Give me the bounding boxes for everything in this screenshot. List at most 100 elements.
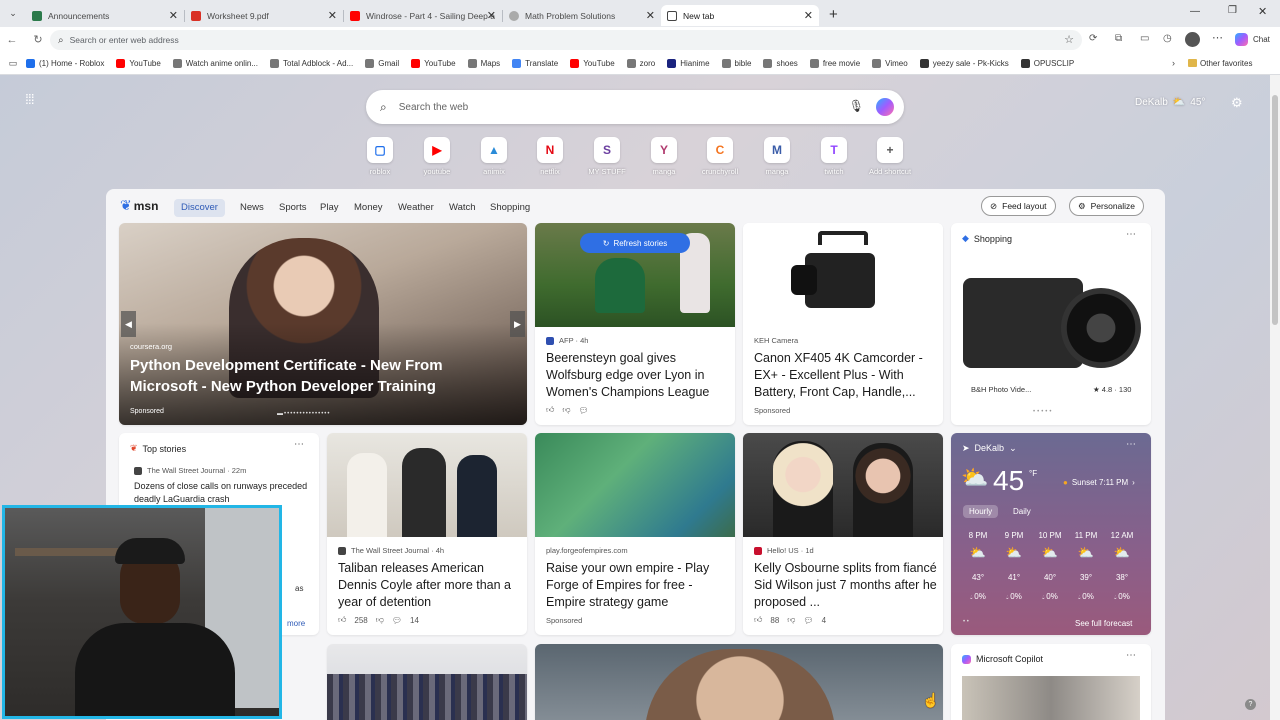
bookmark-item[interactable]: YouTube xyxy=(116,59,161,68)
more-options-icon[interactable]: ⋯ xyxy=(294,439,304,450)
extensions-icon[interactable]: ⧉ xyxy=(1115,33,1122,44)
dislike-icon[interactable]: 👎︎ xyxy=(787,615,795,625)
article-title[interactable]: Canon XF405 4K Camcorder - EX+ - Excelle… xyxy=(754,350,939,401)
new-tab-button[interactable]: + xyxy=(829,6,838,23)
comment-icon[interactable]: 💬︎ xyxy=(803,616,813,625)
web-search-box[interactable]: ⌕ Search the web 🎙 xyxy=(366,90,904,124)
bookmark-item[interactable]: yeezy sale - Pk-Kicks xyxy=(919,59,1009,68)
bookmark-item[interactable]: free movie xyxy=(809,59,860,68)
weather-card[interactable]: ➤ DeKalb ⌄ ⋯ ⛅ 45 °F ● Sunset 7:11 PM › Hour… xyxy=(951,433,1151,635)
scrollbar-thumb[interactable] xyxy=(1272,95,1278,325)
other-favorites[interactable]: Other favorites xyxy=(1200,59,1252,68)
shortcut-roblox[interactable]: ▢ roblox xyxy=(351,137,409,176)
see-full-forecast-link[interactable]: See full forecast xyxy=(1075,619,1132,628)
microphone-icon[interactable]: 🎙 xyxy=(849,99,864,113)
bookmark-item[interactable]: Maps xyxy=(467,59,500,68)
apps-grid-icon[interactable]: ⁞⁞⁞ xyxy=(25,92,39,106)
see-more-link[interactable]: more xyxy=(287,619,305,628)
restore-icon[interactable]: ❐ xyxy=(1228,5,1237,16)
avatar[interactable] xyxy=(1185,32,1200,47)
page-scrollbar[interactable] xyxy=(1270,75,1280,720)
nav-watch[interactable]: Watch xyxy=(449,199,476,217)
like-icon[interactable]: 👍︎ xyxy=(754,615,762,625)
refresh-page-icon[interactable]: ⟳ xyxy=(1089,33,1097,44)
close-icon[interactable]: ✕ xyxy=(328,9,337,22)
more-options-icon[interactable]: ⋯ xyxy=(1126,650,1136,661)
bookmark-item[interactable]: Gmail xyxy=(365,59,399,68)
history-icon[interactable]: ◷ xyxy=(1163,33,1172,44)
news-card-partial[interactable] xyxy=(327,644,527,720)
shortcut-manga[interactable]: Mmanga xyxy=(748,137,806,176)
nav-discover[interactable]: Discover xyxy=(174,199,225,217)
article-title[interactable]: Kelly Osbourne splits from fiancé Sid Wi… xyxy=(754,560,939,611)
nav-play[interactable]: Play xyxy=(320,199,338,217)
nav-news[interactable]: News xyxy=(240,199,264,217)
story-headline[interactable]: Dozens of close calls on runways precede… xyxy=(134,480,314,506)
news-card-afp[interactable]: ↻ Refresh stories AFP · 4h Beerensteyn go… xyxy=(535,223,735,425)
bookmark-item[interactable]: YouTube xyxy=(411,59,456,68)
ad-card-forge[interactable]: play.forgeofempires.com Raise your own e… xyxy=(535,433,735,635)
tab-announcements[interactable]: Announcements ✕ xyxy=(26,5,184,26)
close-icon[interactable]: ✕ xyxy=(804,9,813,22)
like-icon[interactable]: 👍︎ xyxy=(546,405,554,415)
shortcut-manga[interactable]: Ymanga xyxy=(635,137,693,176)
dislike-icon[interactable]: 👎︎ xyxy=(562,405,570,415)
shopping-card[interactable]: ◆ Shopping ⋯ B&H Photo Vide... ★ 4.8 · 13… xyxy=(951,223,1151,425)
bookmark-item[interactable]: zoro xyxy=(626,59,655,68)
shortcut-twitch[interactable]: Ttwitch xyxy=(805,137,863,176)
weather-location[interactable]: ➤ DeKalb ⌄ xyxy=(962,443,1017,454)
news-card-kelly[interactable]: Hello! US · 1d Kelly Osbourne splits fro… xyxy=(743,433,943,635)
carousel-next-button[interactable]: ▶ xyxy=(510,311,525,337)
more-menu-icon[interactable]: ⋯ xyxy=(1212,31,1223,44)
shortcut-netflix[interactable]: Nnetflix xyxy=(521,137,579,176)
feed-layout-button[interactable]: ⊘ Feed layout xyxy=(981,196,1056,216)
close-icon[interactable]: ✕ xyxy=(646,9,655,22)
chevron-right-icon[interactable]: › xyxy=(1172,58,1175,68)
tab-math[interactable]: Math Problem Solutions ✕ xyxy=(503,5,661,26)
address-field[interactable]: ⌕ Search or enter web address ☆ xyxy=(50,30,1082,50)
chat-label[interactable]: Chat xyxy=(1253,35,1270,44)
nav-shopping[interactable]: Shopping xyxy=(490,199,530,217)
dislike-icon[interactable]: 👎︎ xyxy=(376,615,384,625)
msn-logo[interactable]: ❦ msn xyxy=(120,197,158,214)
hero-card[interactable]: ◀ ▶ coursera.org Python Development Cert… xyxy=(119,223,527,425)
sunset-info[interactable]: ● Sunset 7:11 PM › xyxy=(1063,478,1135,487)
close-window-icon[interactable]: ✕ xyxy=(1258,5,1267,18)
more-options-icon[interactable]: ⋯ xyxy=(1126,439,1136,450)
weather-widget[interactable]: DeKalb ⛅ 45° xyxy=(1135,97,1205,108)
tab-windrose[interactable]: Windrose - Part 4 - Sailing Deep a ✕ xyxy=(344,5,502,26)
comment-icon[interactable]: 💬︎ xyxy=(392,616,402,625)
bookmark-item[interactable]: bible xyxy=(721,59,751,68)
bookmark-item[interactable]: Watch anime onlin... xyxy=(172,59,258,68)
tab-new-tab[interactable]: New tab ✕ xyxy=(661,5,819,26)
nav-sports[interactable]: Sports xyxy=(279,199,306,217)
ad-card-keh[interactable]: KEH Camera Canon XF405 4K Camcorder - EX… xyxy=(743,223,943,425)
personalize-button[interactable]: ⚙ Personalize xyxy=(1069,196,1145,216)
shortcut-youtube[interactable]: ▶ youtube xyxy=(408,137,466,176)
bookmark-item[interactable]: OPUSCLIP xyxy=(1020,59,1074,68)
news-card-taliban[interactable]: The Wall Street Journal · 4h Taliban rel… xyxy=(327,433,527,635)
shortcut-crunchyroll[interactable]: Ccrunchyroll xyxy=(691,137,749,176)
copilot-icon[interactable] xyxy=(1235,33,1248,46)
bookmark-item[interactable]: Hianime xyxy=(667,59,710,68)
like-icon[interactable]: 👍︎ xyxy=(338,615,346,625)
back-icon[interactable]: ← xyxy=(0,34,24,46)
settings-gear-icon[interactable]: ⚙ xyxy=(1231,95,1243,111)
article-title[interactable]: Beerensteyn goal gives Wolfsburg edge ov… xyxy=(546,350,728,401)
copilot-icon[interactable] xyxy=(876,98,894,116)
tab-worksheet[interactable]: Worksheet 9.pdf ✕ xyxy=(185,5,343,26)
bookmark-item[interactable]: Vimeo xyxy=(872,59,908,68)
carousel-prev-button[interactable]: ◀ xyxy=(121,311,136,337)
article-title[interactable]: Raise your own empire - Play Forge of Em… xyxy=(546,560,731,611)
tab-daily[interactable]: Daily xyxy=(1013,507,1031,516)
close-icon[interactable]: ✕ xyxy=(169,9,178,22)
bookmark-item[interactable]: (1) Home - Roblox xyxy=(26,59,104,68)
star-icon[interactable]: ☆ xyxy=(1064,33,1074,46)
bookmark-item[interactable]: shoes xyxy=(763,59,798,68)
reading-view-icon[interactable]: ▭ xyxy=(0,58,26,69)
refresh-icon[interactable]: ↻ xyxy=(26,33,50,46)
close-icon[interactable]: ✕ xyxy=(487,9,496,22)
tab-actions-menu-icon[interactable]: ⌄ xyxy=(0,8,26,19)
more-options-icon[interactable]: ⋯ xyxy=(1126,229,1136,240)
hero-title[interactable]: Python Development Certificate - New Fro… xyxy=(130,355,490,397)
